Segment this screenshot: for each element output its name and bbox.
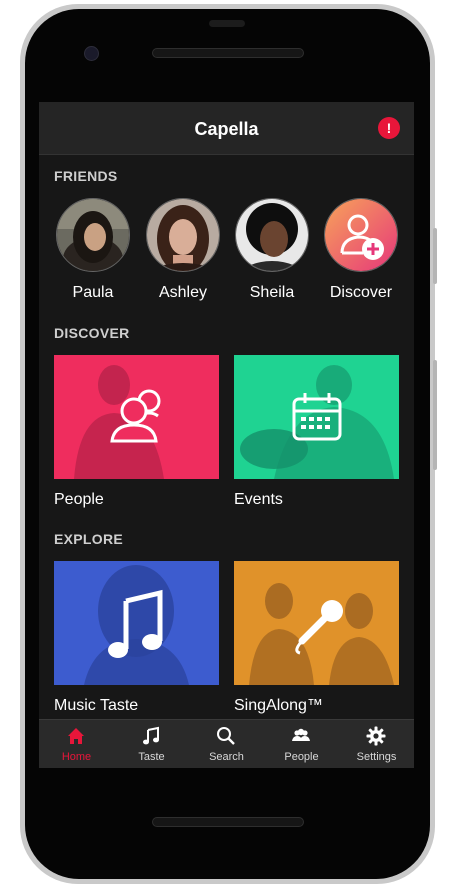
tab-label: Search: [209, 751, 244, 763]
tile-people[interactable]: People: [54, 355, 219, 509]
bottom-speaker: [152, 817, 304, 827]
app-title: Capella: [194, 119, 259, 139]
avatar: [146, 198, 220, 272]
tile-singalong[interactable]: SingAlong™: [234, 561, 399, 715]
tile-label: Music Taste: [54, 697, 139, 714]
tile-label: Events: [234, 491, 283, 508]
friend-name: Ashley: [158, 284, 208, 301]
tab-label: People: [284, 751, 319, 763]
section-friends: FRIENDS: [54, 168, 118, 184]
earpiece: [209, 20, 245, 27]
tile-people-image: [54, 355, 219, 479]
tile-music-taste[interactable]: Music Taste: [54, 561, 219, 715]
tile-music-taste-image: [54, 561, 219, 685]
discover-avatar: [324, 198, 398, 272]
tile-label: People: [54, 491, 104, 508]
app-header: Capella !: [39, 102, 414, 155]
gear-icon: [366, 726, 386, 746]
tab-label: Settings: [356, 751, 397, 763]
friend-paula[interactable]: Paula: [53, 198, 133, 302]
power-button: [433, 228, 437, 284]
home-icon: [68, 728, 84, 744]
app-screen: Capella ! FRIENDS Paula Ashley Sheila Di…: [39, 102, 414, 768]
tile-events-image: [234, 355, 399, 479]
tile-label: SingAlong™: [234, 697, 323, 714]
tab-people[interactable]: People: [264, 720, 339, 768]
friend-sheila[interactable]: Sheila: [232, 198, 312, 302]
friend-ashley[interactable]: Ashley: [143, 198, 223, 302]
alert-icon[interactable]: !: [378, 117, 400, 139]
avatar: [235, 198, 309, 272]
tab-label: Home: [61, 751, 92, 763]
friend-name: Sheila: [249, 284, 295, 301]
tab-search[interactable]: Search: [189, 720, 264, 768]
tab-home[interactable]: Home: [39, 720, 114, 768]
tab-bar: Home Taste Search People Settings: [39, 719, 414, 768]
top-speaker: [152, 48, 304, 58]
friend-name: Discover: [329, 284, 393, 301]
friend-name: Paula: [72, 284, 114, 301]
music-note-icon: [143, 726, 159, 745]
section-explore: EXPLORE: [54, 531, 124, 547]
tab-settings[interactable]: Settings: [339, 720, 414, 768]
volume-button: [433, 360, 437, 470]
people-icon: [292, 728, 310, 741]
tab-taste[interactable]: Taste: [114, 720, 189, 768]
avatar: [56, 198, 130, 272]
tab-label: Taste: [138, 751, 165, 763]
friend-discover[interactable]: Discover: [321, 198, 401, 302]
search-icon: [217, 727, 235, 745]
tile-events[interactable]: Events: [234, 355, 399, 509]
tile-singalong-image: [234, 561, 399, 685]
section-discover: DISCOVER: [54, 325, 130, 341]
front-camera: [84, 46, 99, 61]
